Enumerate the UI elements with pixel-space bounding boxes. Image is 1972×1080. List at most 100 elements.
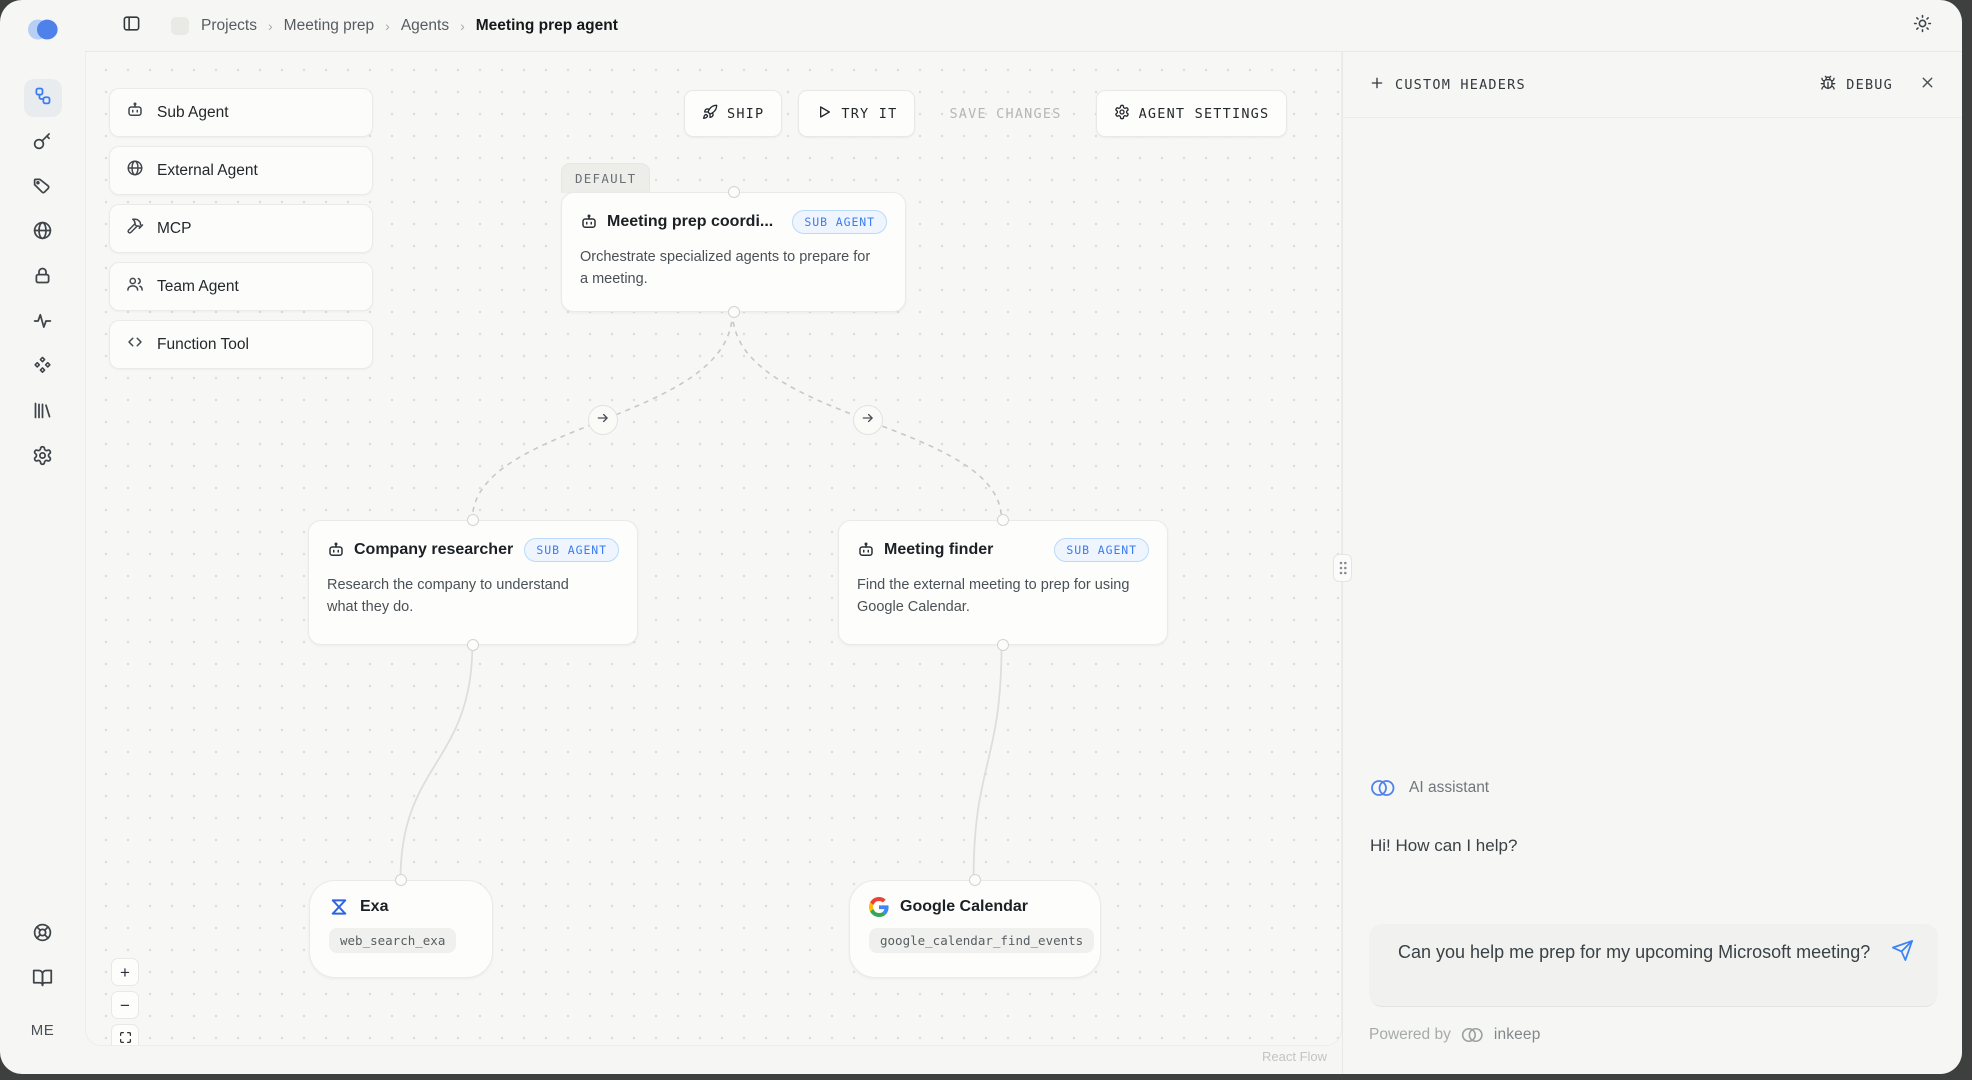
node-description: Research the company to understand what … (327, 574, 601, 619)
node-meeting-prep-coordinator[interactable]: Meeting prep coordi... SUB AGENT Orchest… (561, 192, 906, 312)
zoom-in-button[interactable]: + (111, 958, 139, 986)
breadcrumb-project[interactable]: Meeting prep (284, 17, 374, 35)
panel-left-icon (122, 14, 141, 38)
node-handle[interactable] (969, 874, 981, 886)
users-icon (126, 275, 144, 298)
book-open-icon (32, 967, 53, 993)
palette-item-external-agent[interactable]: External Agent (109, 146, 373, 195)
react-flow-attribution[interactable]: React Flow (1262, 1049, 1327, 1064)
sidebar-item-credentials[interactable] (24, 259, 62, 297)
assistant-label: AI assistant (1409, 779, 1489, 797)
flow-canvas[interactable]: Sub Agent External Agent MCP Team Agent … (85, 52, 1342, 1046)
node-description: Orchestrate specialized agents to prepar… (580, 246, 873, 291)
theme-toggle-button[interactable] (1913, 14, 1932, 38)
sidebar-item-graph[interactable] (24, 79, 62, 117)
node-handle[interactable] (728, 306, 740, 318)
sidebar-toggle-button[interactable] (122, 14, 141, 38)
node-handle[interactable] (728, 186, 740, 198)
rail-bottom: ME (0, 916, 85, 1039)
node-handle[interactable] (467, 639, 479, 651)
breadcrumb: Projects › Meeting prep › Agents › Meeti… (201, 17, 618, 35)
tool-name-pill: web_search_exa (329, 928, 456, 953)
palette-item-label: Sub Agent (157, 104, 229, 122)
node-google-calendar-tool[interactable]: Google Calendar google_calendar_find_eve… (849, 880, 1101, 978)
docs-button[interactable] (24, 961, 62, 999)
app-window: ME Projects › Meeting prep › Agents › Me… (0, 0, 1962, 1074)
node-meeting-finder[interactable]: Meeting finder SUB AGENT Find the extern… (838, 520, 1168, 645)
palette-item-function-tool[interactable]: Function Tool (109, 320, 373, 369)
try-it-button[interactable]: TRY IT (798, 90, 915, 137)
key-icon (32, 130, 53, 156)
close-icon (1919, 74, 1936, 96)
google-logo-icon (869, 897, 889, 917)
close-panel-button[interactable] (1919, 74, 1936, 96)
node-title: Company researcher (354, 541, 513, 559)
tool-name-pill: google_calendar_find_events (869, 928, 1094, 953)
node-exa-tool[interactable]: Exa web_search_exa (309, 880, 493, 978)
brand-name: inkeep (1494, 1026, 1541, 1044)
node-handle[interactable] (997, 639, 1009, 651)
help-button[interactable] (24, 916, 62, 954)
agent-settings-button[interactable]: AGENT SETTINGS (1096, 90, 1288, 137)
edge-relation-badge (588, 405, 618, 435)
user-avatar[interactable]: ME (31, 1022, 54, 1039)
breadcrumb-separator: › (460, 18, 465, 34)
node-company-researcher[interactable]: Company researcher SUB AGENT Research th… (308, 520, 638, 645)
inkeep-logo[interactable] (24, 16, 62, 48)
bot-icon (327, 541, 345, 559)
breadcrumb-agents[interactable]: Agents (401, 17, 449, 35)
custom-headers-label: CUSTOM HEADERS (1395, 77, 1526, 93)
custom-headers-button[interactable]: CUSTOM HEADERS (1369, 75, 1526, 95)
palette-item-team-agent[interactable]: Team Agent (109, 262, 373, 311)
code-icon (126, 333, 144, 356)
ship-button[interactable]: SHIP (684, 90, 782, 137)
globe-icon (126, 159, 144, 182)
node-title: Google Calendar (900, 898, 1028, 916)
panel-header: CUSTOM HEADERS DEBUG (1343, 52, 1962, 118)
debug-label: DEBUG (1846, 77, 1893, 93)
ship-button-label: SHIP (727, 106, 764, 122)
send-button[interactable] (1891, 939, 1914, 967)
maximize-icon (119, 1030, 132, 1047)
save-changes-label: SAVE CHANGES (949, 106, 1061, 122)
bug-icon (1820, 75, 1836, 95)
node-handle[interactable] (997, 514, 1009, 526)
powered-by-footer[interactable]: Powered by inkeep (1369, 1026, 1938, 1044)
library-icon (32, 400, 53, 426)
sidebar-item-external[interactable] (24, 214, 62, 252)
sidebar-item-tags[interactable] (24, 169, 62, 207)
fit-view-button[interactable] (111, 1024, 139, 1046)
sidebar-item-activity[interactable] (24, 304, 62, 342)
sub-agent-badge: SUB AGENT (1054, 538, 1149, 562)
sidebar-item-components[interactable] (24, 349, 62, 387)
save-changes-button[interactable]: SAVE CHANGES (931, 90, 1079, 137)
shapes-icon (32, 355, 53, 381)
bot-icon (857, 541, 875, 559)
panel-resize-handle[interactable] (1333, 554, 1352, 582)
chat-input[interactable]: Can you help me prep for my upcoming Mic… (1369, 924, 1938, 1006)
breadcrumb-separator: › (268, 18, 273, 34)
topbar: Projects › Meeting prep › Agents › Meeti… (85, 0, 1962, 52)
inkeep-mark-icon (1460, 1026, 1485, 1044)
rail-nav (0, 79, 85, 477)
node-handle[interactable] (395, 874, 407, 886)
breadcrumb-projects[interactable]: Projects (201, 17, 257, 35)
hammer-icon (126, 217, 144, 240)
palette-item-sub-agent[interactable]: Sub Agent (109, 88, 373, 137)
debug-button[interactable]: DEBUG (1820, 75, 1893, 95)
try-it-button-label: TRY IT (841, 106, 897, 122)
sidebar-item-settings[interactable] (24, 439, 62, 477)
lock-icon (32, 265, 53, 291)
tag-icon (32, 175, 53, 201)
play-icon (816, 104, 832, 124)
sidebar-item-library[interactable] (24, 394, 62, 432)
plus-icon (1369, 75, 1385, 95)
zoom-out-button[interactable]: − (111, 991, 139, 1019)
sidebar-item-keys[interactable] (24, 124, 62, 162)
arrow-right-icon (596, 411, 610, 430)
edge-relation-badge (853, 405, 883, 435)
sub-agent-badge: SUB AGENT (792, 210, 887, 234)
node-handle[interactable] (467, 514, 479, 526)
palette-item-mcp[interactable]: MCP (109, 204, 373, 253)
left-rail: ME (0, 0, 85, 1074)
